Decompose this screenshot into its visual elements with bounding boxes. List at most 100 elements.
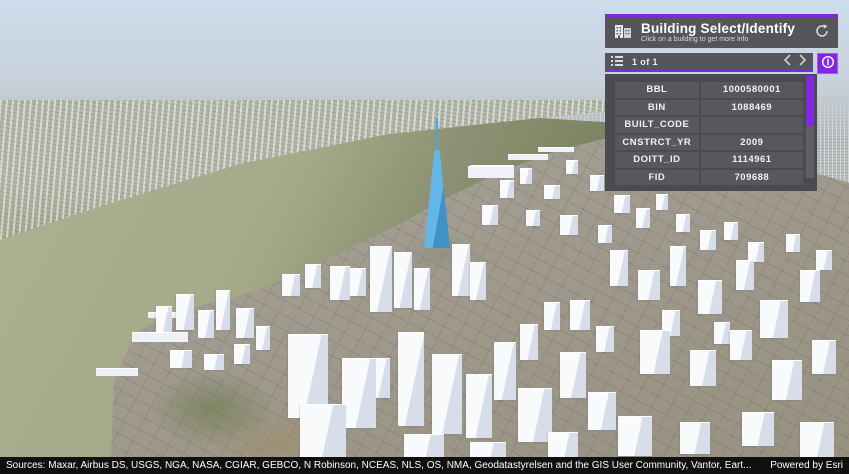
building[interactable] — [468, 166, 514, 178]
building[interactable] — [800, 270, 820, 302]
building[interactable] — [690, 350, 716, 386]
building[interactable] — [520, 324, 538, 360]
building[interactable] — [742, 412, 774, 446]
building[interactable] — [800, 422, 834, 460]
building[interactable] — [256, 326, 270, 350]
building[interactable] — [640, 330, 670, 374]
previous-feature-button[interactable] — [783, 54, 792, 69]
building[interactable] — [816, 250, 832, 270]
building[interactable] — [598, 225, 612, 243]
building[interactable] — [786, 234, 800, 252]
next-feature-button[interactable] — [798, 54, 807, 69]
building[interactable] — [432, 354, 462, 434]
building[interactable] — [618, 416, 652, 456]
building[interactable] — [176, 294, 194, 330]
attribute-row: BBL 1000580001 — [615, 82, 803, 98]
building[interactable] — [700, 230, 716, 250]
building[interactable] — [156, 306, 172, 332]
building[interactable] — [812, 340, 836, 374]
building[interactable] — [482, 205, 498, 225]
building[interactable] — [610, 250, 628, 286]
building[interactable] — [596, 326, 614, 352]
building[interactable] — [566, 160, 578, 174]
attribute-label: CNSTRCT_YR — [615, 135, 699, 151]
building[interactable] — [370, 246, 392, 312]
map-sources-text: Sources: Maxar, Airbus DS, USGS, NGA, NA… — [6, 460, 751, 471]
chevron-left-icon — [783, 54, 792, 69]
building[interactable] — [342, 358, 376, 428]
building[interactable] — [638, 270, 660, 300]
attribute-row: FID 709688 — [615, 170, 803, 186]
building[interactable] — [724, 222, 738, 240]
building[interactable] — [500, 180, 514, 198]
building[interactable] — [96, 368, 138, 376]
building[interactable] — [714, 322, 730, 344]
reset-button[interactable] — [814, 23, 830, 42]
building[interactable] — [538, 147, 574, 152]
building[interactable] — [698, 280, 722, 314]
building[interactable] — [170, 350, 192, 368]
attribute-row: DOITT_ID 1114961 — [615, 152, 803, 168]
building[interactable] — [305, 264, 321, 288]
building[interactable] — [772, 360, 802, 400]
building[interactable] — [330, 266, 350, 300]
building[interactable] — [236, 308, 254, 338]
building[interactable] — [670, 246, 686, 286]
reset-icon — [814, 23, 830, 42]
building[interactable] — [544, 185, 560, 199]
building[interactable] — [508, 154, 548, 160]
building[interactable] — [544, 302, 560, 330]
building[interactable] — [394, 252, 412, 308]
attribution-bar: Sources: Maxar, Airbus DS, USGS, NGA, NA… — [0, 457, 849, 474]
attribute-value: 1114961 — [701, 152, 803, 168]
building[interactable] — [730, 330, 752, 360]
building[interactable] — [656, 194, 668, 210]
building[interactable] — [570, 300, 590, 330]
building[interactable] — [132, 332, 188, 342]
building[interactable] — [590, 175, 604, 191]
panel-subtitle: Click on a building to get more info — [641, 36, 795, 43]
powered-by-esri-link[interactable]: Powered by Esri — [770, 460, 843, 471]
feature-list-button[interactable] — [611, 54, 623, 69]
building[interactable] — [736, 260, 754, 290]
building[interactable] — [560, 352, 586, 398]
building[interactable] — [350, 268, 366, 296]
building[interactable] — [234, 344, 250, 364]
panel-scrollbar[interactable] — [806, 76, 814, 178]
building[interactable] — [470, 262, 486, 300]
building[interactable] — [676, 214, 690, 232]
building[interactable] — [760, 300, 788, 338]
building[interactable] — [748, 242, 764, 262]
building[interactable] — [398, 332, 424, 426]
attribute-value: 1000580001 — [701, 82, 803, 98]
attribute-row: CNSTRCT_YR 2009 — [615, 135, 803, 151]
building[interactable] — [204, 354, 224, 370]
panel-header: Building Select/Identify Click on a buil… — [605, 14, 838, 48]
selected-building[interactable] — [424, 118, 450, 248]
scrollbar-thumb[interactable] — [806, 76, 814, 126]
building[interactable] — [520, 168, 532, 184]
info-view-button[interactable] — [817, 53, 838, 74]
attribute-value: 2009 — [701, 135, 803, 151]
building[interactable] — [300, 404, 346, 458]
building[interactable] — [614, 195, 630, 213]
attribute-value: 709688 — [701, 170, 803, 186]
building[interactable] — [680, 422, 710, 454]
building[interactable] — [216, 290, 230, 330]
building[interactable] — [198, 310, 214, 338]
building[interactable] — [526, 210, 540, 226]
panel-title: Building Select/Identify — [641, 22, 795, 36]
building[interactable] — [414, 268, 430, 310]
building[interactable] — [466, 374, 492, 438]
building[interactable] — [636, 208, 650, 228]
building[interactable] — [588, 392, 616, 430]
building[interactable] — [282, 274, 300, 296]
building[interactable] — [560, 215, 578, 235]
building[interactable] — [452, 244, 470, 296]
building[interactable] — [494, 342, 516, 400]
attribute-row: BIN 1088469 — [615, 100, 803, 116]
attribute-label: FID — [615, 170, 699, 186]
building[interactable] — [518, 388, 552, 442]
building-spire — [436, 118, 438, 152]
attribute-label: BIN — [615, 100, 699, 116]
